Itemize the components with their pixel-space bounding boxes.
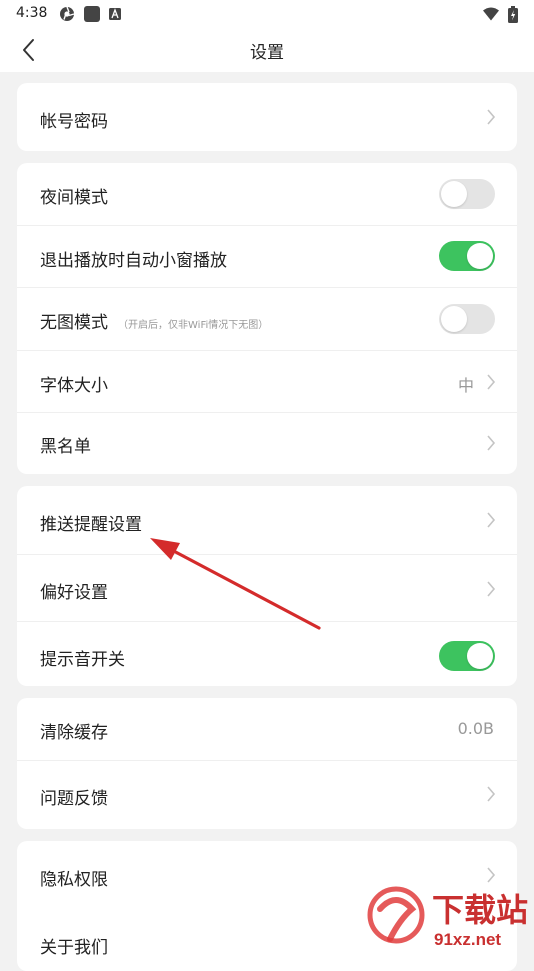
square-notification-icon xyxy=(84,6,100,22)
account-password-row[interactable]: 帐号密码 xyxy=(17,83,517,151)
battery-charging-icon xyxy=(508,6,518,23)
preferences-row[interactable]: 偏好设置 xyxy=(17,555,517,621)
site-watermark-logo: 下载站 91xz.net xyxy=(367,886,528,949)
auto-pip-label: 退出播放时自动小窗播放 xyxy=(40,251,227,271)
toggle-knob xyxy=(467,643,493,669)
sound-switch-row: 提示音开关 xyxy=(17,622,517,686)
privacy-permissions-label: 隐私权限 xyxy=(40,870,108,890)
chevron-right-icon xyxy=(487,786,496,802)
sound-switch-label: 提示音开关 xyxy=(40,650,125,670)
no-image-mode-note: （开启后，仅非WiFi情况下无图） xyxy=(118,320,269,331)
display-settings-card: 夜间模式 退出播放时自动小窗播放 无图模式 （开启后，仅非WiFi情况下无图） 字… xyxy=(17,163,517,474)
chevron-right-icon xyxy=(487,581,496,597)
font-size-value: 中 xyxy=(457,376,474,395)
notification-settings-card: 推送提醒设置 偏好设置 提示音开关 xyxy=(17,486,517,686)
font-notification-icon xyxy=(109,8,121,20)
toggle-knob xyxy=(467,243,493,269)
font-size-label: 字体大小 xyxy=(40,376,108,396)
app-header: 设置 xyxy=(0,28,534,72)
night-mode-label: 夜间模式 xyxy=(40,188,108,208)
app-notification-icon xyxy=(60,6,75,21)
cache-size-value: 0.0B xyxy=(457,719,494,738)
blacklist-row[interactable]: 黑名单 xyxy=(17,413,517,474)
watermark-text-cn: 下载站 xyxy=(432,892,528,928)
about-us-label: 关于我们 xyxy=(40,938,108,958)
blacklist-label: 黑名单 xyxy=(40,437,91,457)
feedback-label: 问题反馈 xyxy=(40,789,108,809)
chevron-right-icon xyxy=(487,512,496,528)
night-mode-toggle[interactable] xyxy=(439,179,495,209)
no-image-mode-row: 无图模式 （开启后，仅非WiFi情况下无图） xyxy=(17,288,517,350)
chevron-right-icon xyxy=(487,374,496,390)
push-reminder-label: 推送提醒设置 xyxy=(40,515,142,535)
chevron-right-icon xyxy=(487,435,496,451)
night-mode-row: 夜间模式 xyxy=(17,163,517,225)
chevron-right-icon xyxy=(487,109,496,125)
watermark-text-domain: 91xz.net xyxy=(434,930,501,949)
clear-cache-label: 清除缓存 xyxy=(40,723,108,743)
font-size-row[interactable]: 字体大小 中 xyxy=(17,351,517,412)
page-title: 设置 xyxy=(250,43,284,63)
cache-feedback-card: 清除缓存 0.0B 问题反馈 xyxy=(17,698,517,829)
toggle-knob xyxy=(441,181,467,207)
auto-pip-row: 退出播放时自动小窗播放 xyxy=(17,226,517,287)
chevron-right-icon xyxy=(487,867,496,883)
status-bar: 4:38 xyxy=(0,0,534,28)
account-password-label: 帐号密码 xyxy=(40,112,108,132)
account-card: 帐号密码 xyxy=(17,83,517,151)
status-time: 4:38 xyxy=(16,5,48,21)
auto-pip-toggle[interactable] xyxy=(439,241,495,271)
no-image-mode-label: 无图模式 （开启后，仅非WiFi情况下无图） xyxy=(40,308,268,333)
no-image-mode-title: 无图模式 xyxy=(40,313,108,333)
feedback-row[interactable]: 问题反馈 xyxy=(17,761,517,829)
no-image-mode-toggle[interactable] xyxy=(439,304,495,334)
clear-cache-row[interactable]: 清除缓存 0.0B xyxy=(17,698,517,760)
sound-switch-toggle[interactable] xyxy=(439,641,495,671)
preferences-label: 偏好设置 xyxy=(40,583,108,603)
toggle-knob xyxy=(441,306,467,332)
wifi-icon xyxy=(483,7,499,21)
push-reminder-row[interactable]: 推送提醒设置 xyxy=(17,486,517,554)
